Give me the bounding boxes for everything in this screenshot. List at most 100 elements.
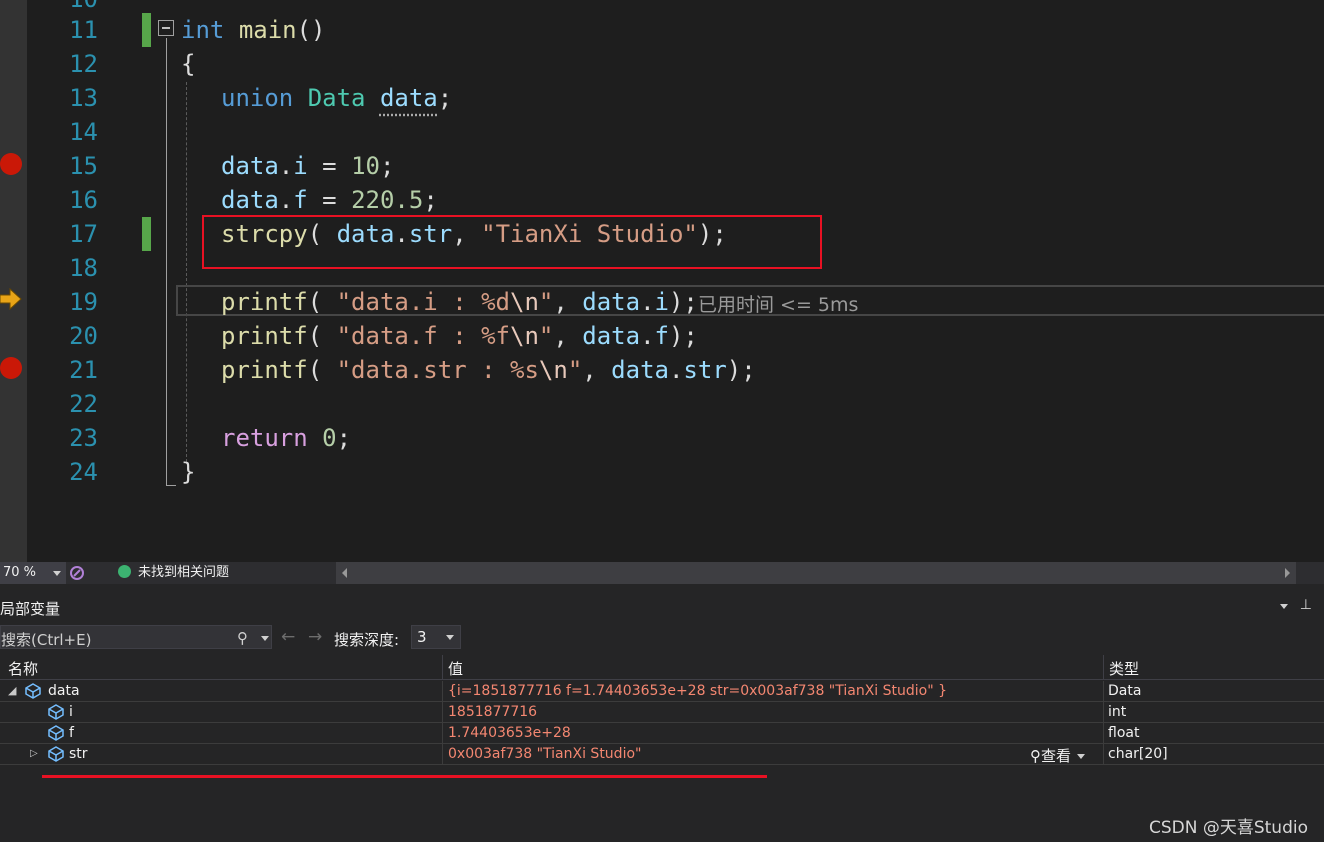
token-function: printf: [221, 288, 308, 316]
code-line-16[interactable]: data.f = 220.5;: [221, 183, 438, 217]
line-number: 23: [69, 424, 98, 452]
indent-guide: [186, 82, 187, 462]
token-punct: .: [640, 288, 655, 316]
line-number: 18: [69, 254, 98, 282]
token-punct: ;: [423, 186, 438, 214]
code-line-13[interactable]: union Data data;: [221, 81, 452, 115]
column-separator[interactable]: [1103, 655, 1104, 679]
search-placeholder: 搜索(Ctrl+E): [1, 631, 92, 649]
row-value[interactable]: 1.74403653e+28: [448, 725, 571, 741]
token-escape: \n: [538, 356, 568, 384]
view-visualizer-button[interactable]: ⚲查看: [1030, 745, 1086, 766]
row-type: int: [1108, 704, 1127, 720]
elapsed-time-tip[interactable]: 已用时间 <= 5ms: [698, 290, 858, 317]
issues-label: 未找到相关问题: [138, 565, 230, 580]
token-type: Data: [307, 84, 366, 112]
pin-icon[interactable]: ⊥: [1300, 597, 1312, 613]
chevron-down-icon[interactable]: [261, 636, 269, 641]
collapse-toggle-icon[interactable]: [158, 20, 174, 36]
token-string: ": [538, 288, 554, 316]
zoom-dropdown[interactable]: 70 %: [0, 562, 66, 584]
row-value[interactable]: 0x003af738 "TianXi Studio": [448, 746, 641, 762]
search-depth-label: 搜索深度:: [334, 631, 400, 649]
grid-header: 名称 值 类型: [0, 655, 1324, 680]
search-depth-select[interactable]: 3: [411, 625, 461, 649]
token-string: "data.f : %f: [336, 322, 510, 350]
fold-region-line: [166, 38, 167, 486]
token-punct: (: [307, 356, 337, 384]
token-string: ": [538, 322, 554, 350]
breakpoint-line-21[interactable]: [0, 357, 22, 379]
back-arrow-icon[interactable]: ←: [281, 627, 295, 647]
code-line-20[interactable]: printf( "data.f : %f\n", data.f);: [221, 319, 698, 353]
row-value[interactable]: {i=1851877716 f=1.74403653e+28 str=0x003…: [448, 683, 947, 699]
collapse-triangle-icon[interactable]: ◢: [8, 684, 16, 697]
scroll-right-icon[interactable]: [1285, 568, 1290, 578]
search-icon[interactable]: ⚲: [237, 629, 248, 647]
code-line-21[interactable]: printf( "data.str : %s\n", data.str);: [221, 353, 756, 387]
table-row[interactable]: ◢ data {i=1851877716 f=1.74403653e+28 st…: [0, 681, 1324, 702]
column-separator: [1103, 723, 1104, 744]
row-name: data: [48, 683, 80, 699]
column-separator[interactable]: [442, 655, 443, 679]
search-input[interactable]: 搜索(Ctrl+E) ⚲: [0, 625, 272, 649]
token-number: 220.5: [351, 186, 424, 214]
line-number: 17: [69, 220, 98, 248]
change-marker-line-17: [142, 217, 151, 251]
chevron-down-icon: [1077, 754, 1086, 759]
token-string: ": [567, 356, 583, 384]
issues-indicator[interactable]: 未找到相关问题: [118, 562, 229, 584]
token-punct: ,: [553, 288, 583, 316]
scroll-left-icon[interactable]: [342, 568, 347, 578]
line-number: 21: [69, 356, 98, 384]
breakpoint-line-15[interactable]: [0, 153, 22, 175]
row-name: str: [69, 746, 88, 762]
code-cleanup-icon[interactable]: [69, 565, 85, 581]
code-line-15[interactable]: data.i = 10;: [221, 149, 394, 183]
token-string: "data.i : %d: [336, 288, 510, 316]
token-variable: data: [582, 322, 641, 350]
token-punct: }: [181, 458, 196, 486]
column-header-name[interactable]: 名称: [8, 658, 38, 679]
glyph-margin[interactable]: [0, 0, 27, 562]
token-punct: (): [296, 16, 326, 44]
forward-arrow-icon[interactable]: →: [308, 627, 322, 647]
row-type: float: [1108, 725, 1140, 741]
expand-triangle-icon[interactable]: ▷: [30, 748, 38, 759]
view-button-label: 查看: [1041, 747, 1072, 765]
token-member: str: [683, 356, 727, 384]
table-row[interactable]: f 1.74403653e+28 float: [0, 723, 1324, 744]
column-separator: [442, 723, 443, 744]
table-row[interactable]: i 1851877716 int: [0, 702, 1324, 723]
column-separator: [1103, 702, 1104, 723]
horizontal-scrollbar[interactable]: [336, 562, 1296, 584]
chevron-down-icon: [53, 571, 61, 576]
panel-title: 局部变量: [0, 600, 61, 618]
token-keyword: return: [221, 424, 308, 452]
column-separator: [442, 681, 443, 702]
panel-menu-chevron-icon[interactable]: [1280, 604, 1288, 609]
token-escape: \n: [510, 322, 539, 350]
current-statement-arrow-icon: [0, 287, 22, 311]
annotation-underline: [42, 775, 767, 778]
line-number: 14: [69, 118, 98, 146]
token-punct: .: [640, 322, 655, 350]
table-row[interactable]: ▷ str 0x003af738 "TianXi Studio" ⚲查看 cha…: [0, 744, 1324, 765]
token-punct: .: [278, 186, 294, 214]
column-header-value[interactable]: 值: [448, 658, 463, 679]
code-line-19[interactable]: printf( "data.i : %d\n", data.i);: [221, 285, 698, 319]
locals-window: 局部变量 ⊥ 搜索(Ctrl+E) ⚲ ← → 搜索深度: 3 名称 值 类型 …: [0, 584, 1324, 842]
code-line-23[interactable]: return 0;: [221, 421, 351, 455]
column-header-type[interactable]: 类型: [1109, 658, 1139, 679]
code-line-11[interactable]: int main(): [181, 13, 326, 47]
variable-cube-icon: [48, 746, 64, 762]
token-member: f: [293, 186, 308, 214]
code-line-12[interactable]: {: [181, 47, 195, 81]
code-line-24[interactable]: }: [181, 455, 195, 489]
row-value[interactable]: 1851877716: [448, 704, 537, 720]
token-punct: (: [307, 322, 337, 350]
code-editor[interactable]: 10 11 12 13 14 15 16 17 18 19 20 21 22 2…: [0, 0, 1324, 562]
column-separator: [442, 744, 443, 765]
